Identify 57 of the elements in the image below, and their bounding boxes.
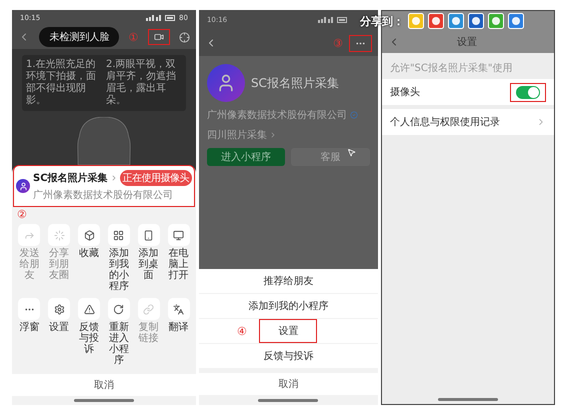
avatar-icon [206,64,245,102]
setting-label: 摄像头 [390,86,420,99]
avatar-icon [16,179,30,193]
menu-action[interactable]: 翻译 [164,298,193,366]
setting-label: 个人信息与权限使用记录 [390,116,500,129]
cube-icon [84,230,95,240]
step-marker: ③ [333,36,343,50]
camera-in-use-badge: 正在使用摄像头 [120,170,192,186]
translate-icon [173,304,184,314]
menu-action[interactable]: 在电脑上打开 [164,224,193,292]
forward-icon [24,230,35,240]
signal-icon [318,17,334,23]
settings-icon [54,304,65,314]
menu-action[interactable]: 添加到我的小程序 [104,224,134,292]
camera-switch-icon[interactable] [154,32,164,42]
signal-icon [146,14,162,21]
step-marker: ② [16,207,28,222]
share-target-icon[interactable] [428,13,444,29]
link-icon [143,304,154,314]
menu-item[interactable]: 设置 [259,319,318,343]
cancel-button[interactable]: 取消 [12,374,196,396]
app-name: SC报名照片采集 [33,172,108,185]
share-target-icon[interactable] [448,13,464,29]
step-marker: ④ [236,324,247,338]
share-target-icon[interactable] [468,13,484,29]
warning-icon [84,304,95,314]
cancel-button[interactable]: 取消 [198,373,378,395]
monitor-icon [173,230,184,240]
menu-action[interactable]: 浮窗 [15,298,44,366]
enter-button[interactable]: 进入小程序 [206,148,286,166]
menu-action[interactable]: 添加到桌面 [134,224,164,292]
cursor-icon [346,148,356,157]
company-name: 广州像素数据技术股份有限公司 [33,188,174,202]
menu-action[interactable]: 反馈与投诉 [74,298,104,366]
menu-action[interactable]: 设置 [44,298,74,366]
share-target-icon[interactable] [488,13,504,29]
face-status-pill: 未检测到人脸 [39,27,120,48]
page-title: 设置 [456,36,478,49]
menu-action[interactable]: 重新进入小程序 [104,298,134,366]
menu-action[interactable]: 收藏 [74,224,104,292]
refresh-icon [113,304,124,314]
tip-text: 1.在光照充足的环境下拍摄，面部不得出现阴影。 [26,59,97,108]
grid-icon [113,230,124,240]
battery-icon [336,17,348,23]
app-name: SC报名照片采集 [250,74,339,92]
battery-icon [165,14,176,21]
company-name: 广州像素数据技术股份有限公司 [206,108,347,122]
tip-text: 2.两眼平视，双肩平齐，勿遮挡眉毛，露出耳朵。 [106,59,177,108]
camera-toggle[interactable] [516,86,540,98]
phone-icon [143,230,154,240]
share-target-icon[interactable] [508,13,524,29]
loading-icon [54,230,65,240]
step-marker: ① [128,30,138,44]
mini-program-header[interactable]: SC报名照片采集 正在使用摄像头 广州像素数据技术股份有限公司 [13,165,195,207]
verified-icon [350,111,358,119]
target-icon[interactable] [178,32,190,43]
permission-caption: 允许"SC报名照片采集"使用 [388,62,514,76]
